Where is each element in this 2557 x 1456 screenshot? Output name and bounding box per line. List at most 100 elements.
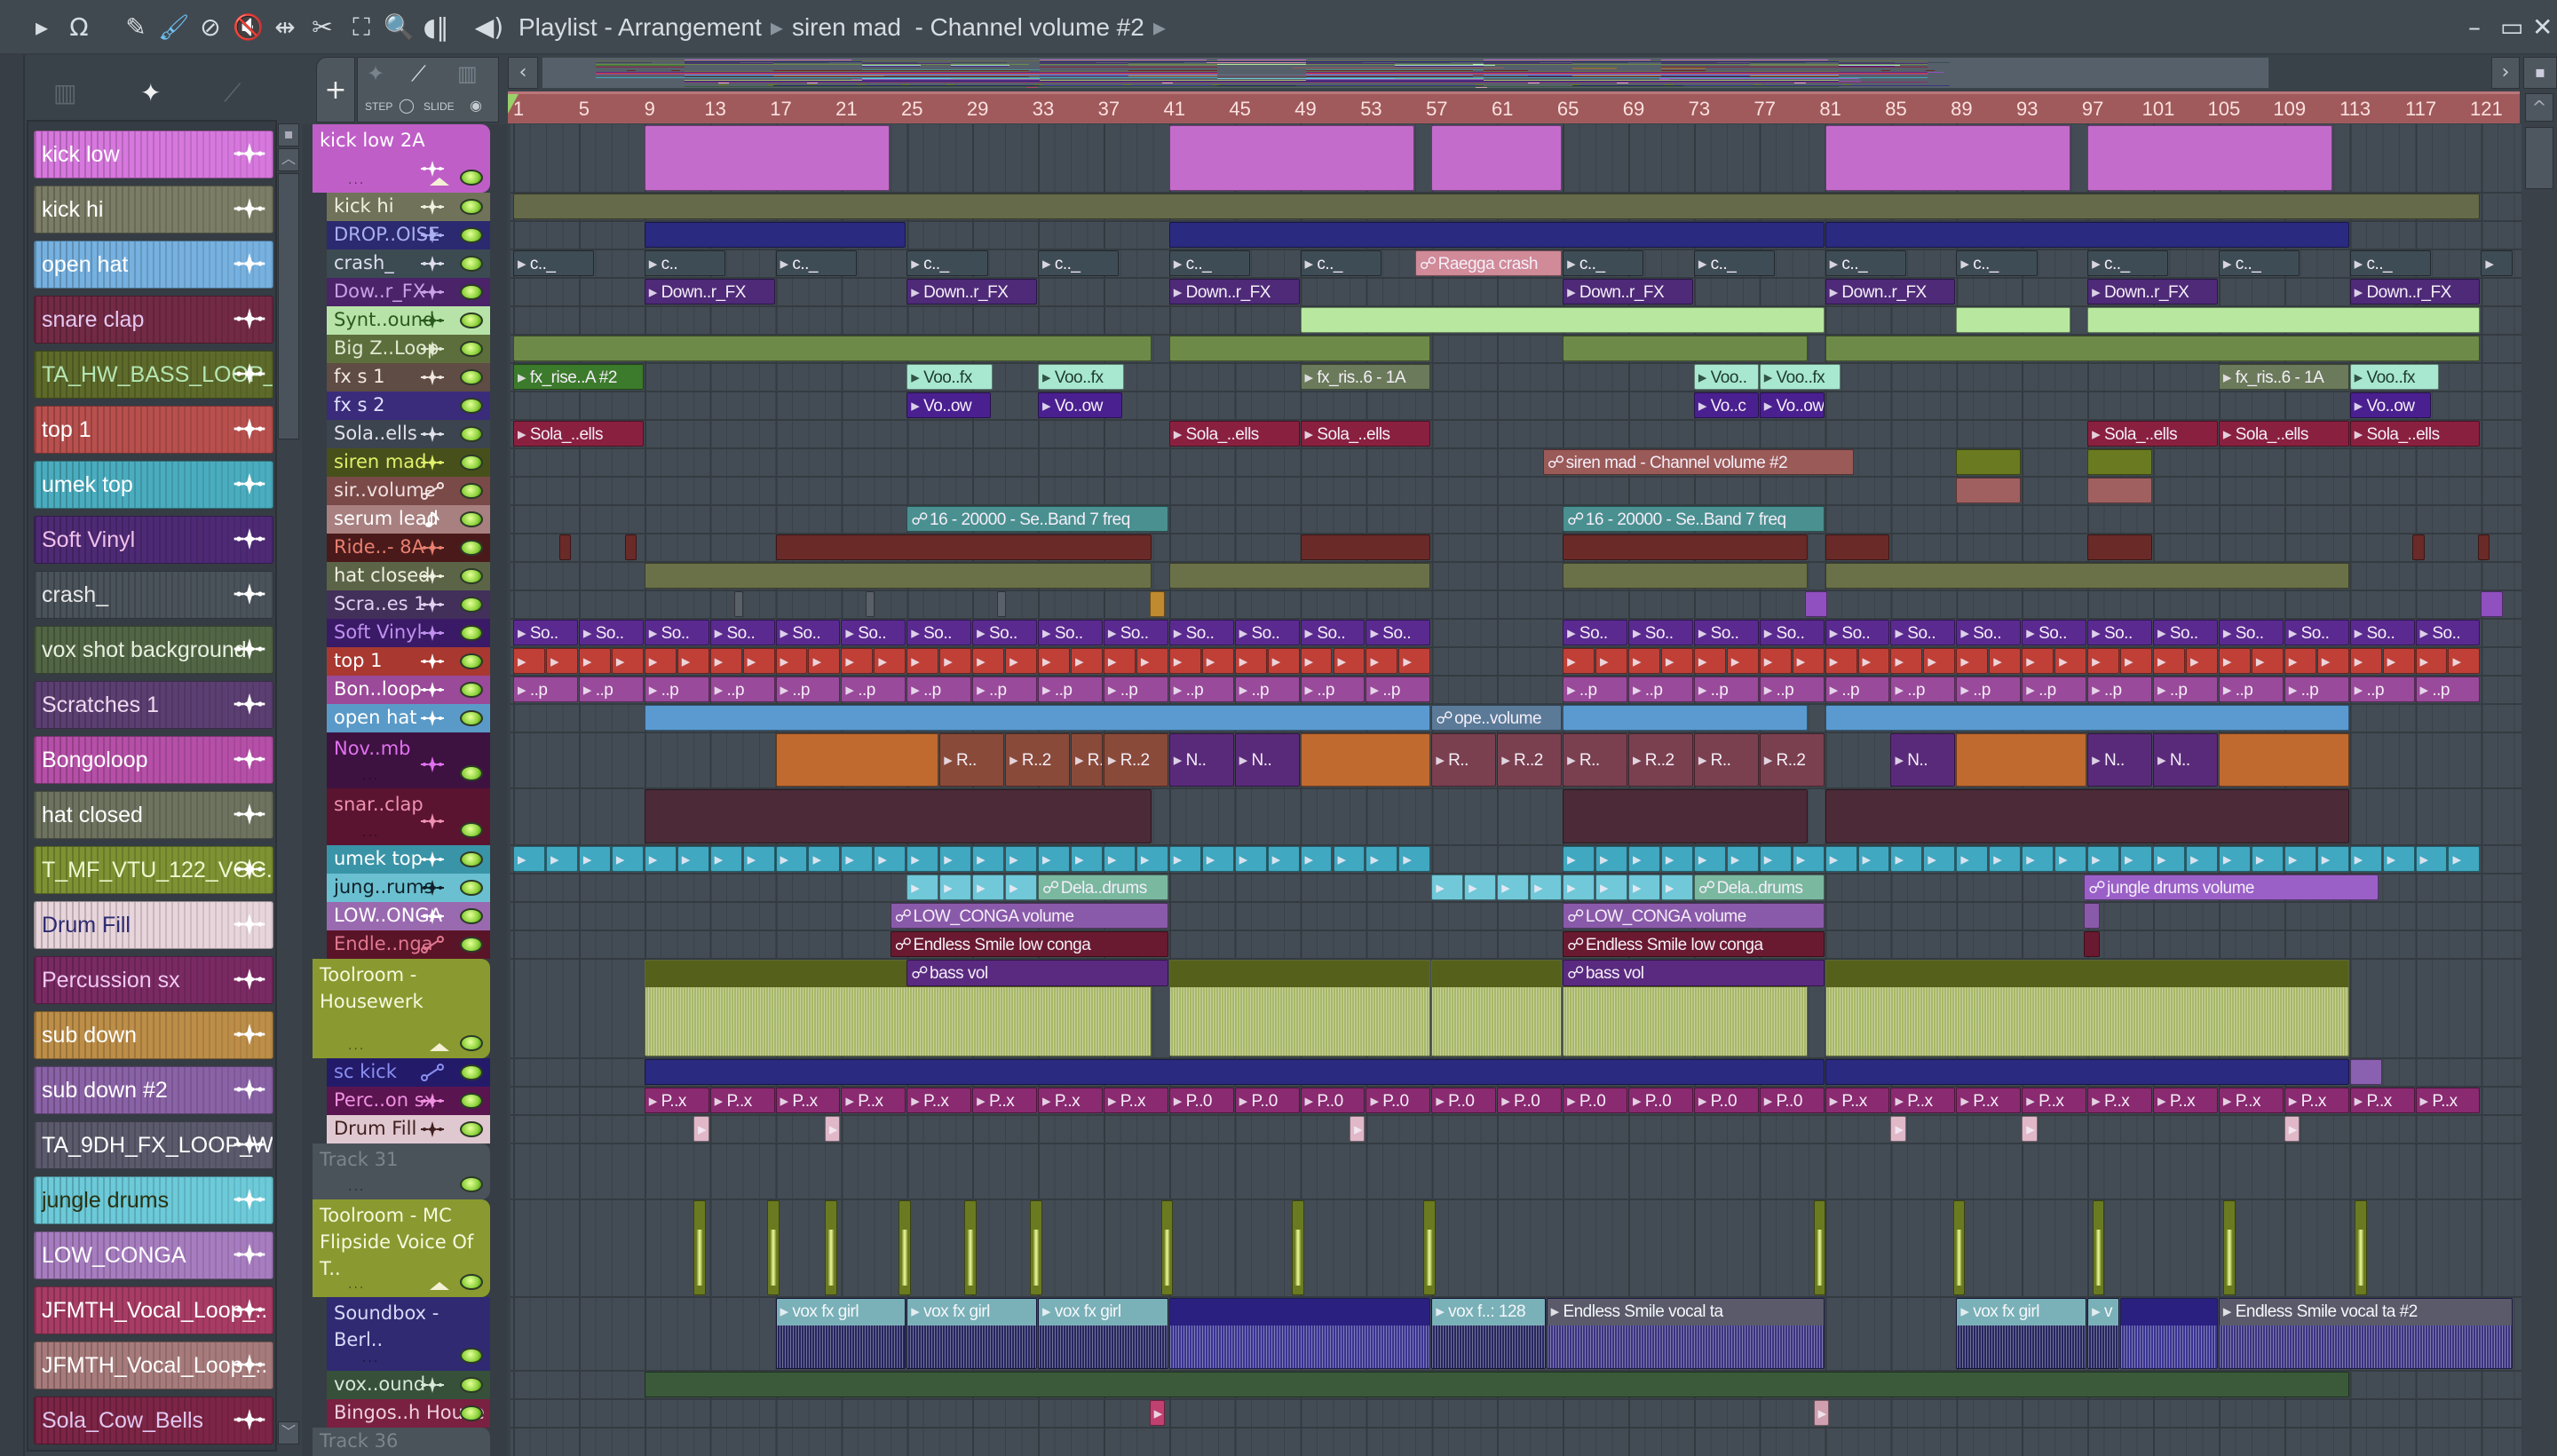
pattern-clip[interactable]: c.._ bbox=[775, 250, 857, 276]
pattern-clip[interactable]: P..x bbox=[1103, 1088, 1168, 1113]
pattern-clip[interactable] bbox=[841, 648, 874, 674]
pattern-clip[interactable]: So.. bbox=[841, 620, 906, 645]
pattern-clip[interactable] bbox=[1366, 846, 1398, 872]
pattern-clip[interactable] bbox=[1890, 846, 1923, 872]
track-name[interactable]: Soundbox - Berl.. bbox=[334, 1300, 478, 1353]
pattern-clip[interactable] bbox=[644, 222, 906, 248]
pattern-clip[interactable]: Vo..ow bbox=[1759, 392, 1825, 418]
pattern-clip[interactable] bbox=[1333, 846, 1366, 872]
pattern-clip[interactable] bbox=[1038, 846, 1070, 872]
pattern-clip[interactable]: So.. bbox=[578, 620, 644, 645]
pattern-clip[interactable] bbox=[866, 591, 875, 617]
channel-item[interactable]: TA_9DH_FX_LOOP_W.. bbox=[34, 1121, 273, 1169]
track-name[interactable]: siren mad bbox=[334, 451, 427, 472]
pattern-clip[interactable]: So.. bbox=[775, 620, 841, 645]
automation-clip[interactable] bbox=[2084, 931, 2100, 957]
mute-led-button[interactable] bbox=[460, 540, 483, 556]
pattern-clip[interactable] bbox=[775, 648, 808, 674]
piano-roll-icon[interactable]: ▥ bbox=[457, 61, 478, 86]
pattern-clip[interactable] bbox=[1726, 846, 1759, 872]
breadcrumb-target[interactable]: - Channel volume #2 bbox=[914, 13, 1144, 41]
track-name[interactable]: Track 36 bbox=[320, 1430, 398, 1452]
track-header[interactable]: Bon..loop bbox=[327, 676, 490, 704]
slip-tool-icon[interactable]: ⇹ bbox=[270, 12, 300, 43]
mute-led-button[interactable] bbox=[460, 822, 483, 838]
pattern-clip[interactable] bbox=[824, 1116, 841, 1142]
track-header[interactable]: serum lead bbox=[327, 505, 490, 534]
pattern-clip[interactable] bbox=[2054, 648, 2087, 674]
pattern-clip[interactable] bbox=[1149, 591, 1166, 617]
pattern-clip[interactable]: Vo..ow bbox=[906, 392, 992, 418]
mute-led-button[interactable] bbox=[460, 710, 483, 726]
pattern-clip[interactable] bbox=[1070, 846, 1103, 872]
pattern-clip[interactable]: P..x bbox=[2349, 1088, 2415, 1113]
pattern-clip[interactable] bbox=[2481, 591, 2504, 617]
automation-clip[interactable]: 16 - 20000 - Se..Band 7 freq bbox=[906, 506, 1168, 532]
pattern-clip[interactable] bbox=[1168, 648, 1201, 674]
automation-clip[interactable]: LOW_CONGA volume bbox=[1563, 903, 1825, 929]
scroll-thumb[interactable] bbox=[278, 173, 299, 439]
minimize-button[interactable]: – bbox=[2468, 12, 2481, 42]
pattern-clip[interactable] bbox=[513, 648, 545, 674]
pattern-clip[interactable]: So.. bbox=[1627, 620, 1693, 645]
pattern-clip[interactable] bbox=[677, 648, 709, 674]
playlist-vertical-scrollbar[interactable]: ^ bbox=[2521, 91, 2557, 1456]
pattern-clip[interactable] bbox=[2087, 478, 2152, 503]
pattern-clip[interactable] bbox=[2415, 846, 2448, 872]
track-header[interactable]: Soft Vinyl bbox=[327, 619, 490, 647]
pattern-clip[interactable] bbox=[709, 648, 742, 674]
pattern-clip[interactable] bbox=[1660, 846, 1693, 872]
pattern-clip[interactable]: c.._ bbox=[1825, 250, 1906, 276]
pattern-clip[interactable]: Vo..ow bbox=[1038, 392, 1123, 418]
track-header[interactable]: Synt..ound bbox=[327, 306, 490, 335]
track-name[interactable]: Scra..es 1 bbox=[334, 593, 426, 614]
pattern-clip[interactable]: So.. bbox=[2087, 620, 2152, 645]
track-name[interactable]: Ride..- 8A bbox=[334, 536, 424, 558]
mute-led-button[interactable] bbox=[460, 1093, 483, 1109]
pattern-clip[interactable] bbox=[2218, 733, 2349, 787]
pattern-clip[interactable] bbox=[1464, 874, 1497, 900]
pattern-clip[interactable] bbox=[1759, 846, 1792, 872]
pattern-clip[interactable] bbox=[1595, 874, 1627, 900]
pattern-clip[interactable]: Sola_..ells bbox=[2218, 421, 2349, 447]
pattern-clip[interactable]: ..p bbox=[1366, 677, 1431, 702]
audio-clip[interactable] bbox=[1292, 1200, 1305, 1295]
mute-led-button[interactable] bbox=[460, 597, 483, 613]
pattern-clip[interactable]: N.. bbox=[1168, 733, 1234, 787]
pattern-clip[interactable] bbox=[1005, 648, 1038, 674]
pattern-clip[interactable] bbox=[972, 874, 1005, 900]
mute-led-button[interactable] bbox=[460, 1274, 483, 1290]
track-header[interactable]: Track 31 ··· bbox=[313, 1143, 490, 1199]
pattern-clip[interactable] bbox=[1825, 705, 2349, 731]
audio-clip[interactable] bbox=[1952, 1200, 1966, 1295]
delete-tool-icon[interactable]: ⊘ bbox=[195, 12, 226, 43]
pattern-clip[interactable] bbox=[2448, 648, 2481, 674]
automation-clip[interactable]: LOW_CONGA volume bbox=[890, 903, 1168, 929]
scroll-handle-icon[interactable]: ▪ bbox=[278, 123, 299, 146]
pencil-tool-icon[interactable]: ✎ bbox=[121, 12, 151, 43]
audio-clip[interactable]: Endless Smile vocal ta bbox=[1546, 1298, 1825, 1369]
pattern-clip[interactable] bbox=[1530, 874, 1563, 900]
track-options-dots[interactable]: ··· bbox=[348, 1183, 365, 1198]
pattern-clip[interactable] bbox=[644, 1059, 1825, 1085]
pattern-clip[interactable]: ..p bbox=[972, 677, 1038, 702]
pattern-clip[interactable]: P..x bbox=[2218, 1088, 2284, 1113]
pattern-clip[interactable]: Sola_..ells bbox=[513, 421, 644, 447]
audio-clip[interactable] bbox=[1813, 1200, 1826, 1295]
pattern-clip[interactable]: fx_ris..6 - 1A bbox=[2218, 364, 2349, 390]
pattern-clip[interactable]: ..p bbox=[578, 677, 644, 702]
mute-led-button[interactable] bbox=[460, 483, 483, 499]
pattern-clip[interactable]: ..p bbox=[775, 677, 841, 702]
audio-clip[interactable] bbox=[899, 1200, 911, 1295]
pattern-clip[interactable]: N.. bbox=[1234, 733, 1300, 787]
pattern-clip[interactable]: ..p bbox=[1300, 677, 1366, 702]
pattern-clip[interactable]: ..p bbox=[906, 677, 972, 702]
mute-led-button[interactable] bbox=[460, 851, 483, 867]
pattern-clip[interactable]: ..p bbox=[1563, 677, 1627, 702]
pattern-clip[interactable]: P..0 bbox=[1366, 1088, 1431, 1113]
pattern-clip[interactable] bbox=[2349, 648, 2382, 674]
pattern-clip[interactable]: So.. bbox=[709, 620, 775, 645]
audio-clip[interactable]: vox fx girl bbox=[906, 1298, 1038, 1369]
pattern-clip[interactable] bbox=[1563, 705, 1809, 731]
pattern-clip[interactable] bbox=[1627, 874, 1660, 900]
